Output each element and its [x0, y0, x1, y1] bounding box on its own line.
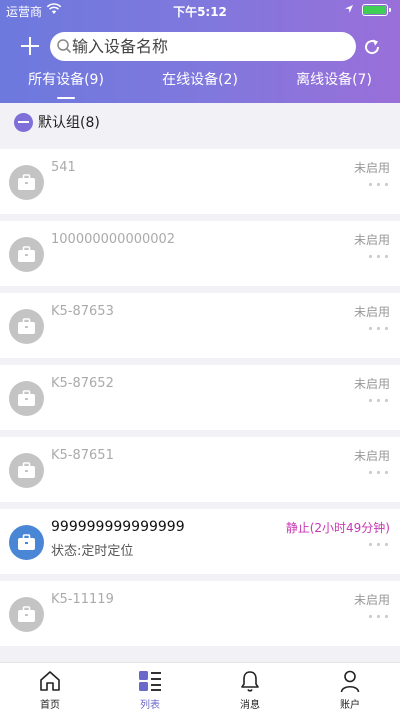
- device-briefcase-icon: [9, 525, 44, 560]
- more-icon[interactable]: [369, 255, 389, 259]
- device-mode: 状态:定时定位: [51, 544, 134, 559]
- more-icon[interactable]: [369, 543, 389, 547]
- device-row[interactable]: K5-87651 未启用: [0, 437, 400, 502]
- tab-label: 所有设备(9): [28, 72, 104, 88]
- device-name: K5-87651: [51, 448, 114, 463]
- tab-label: 消息: [240, 700, 260, 710]
- more-icon[interactable]: [369, 183, 389, 187]
- device-row[interactable]: K5-11119 未启用: [0, 581, 400, 646]
- tab-list[interactable]: 列表: [100, 663, 200, 710]
- device-row[interactable]: 999999999999999 状态:定时定位 静止(2小时49分钟): [0, 509, 400, 574]
- device-status: 静止(2小时49分钟): [285, 521, 390, 535]
- tab-label: 列表: [140, 700, 160, 710]
- tab-label: 账户: [340, 700, 360, 710]
- tab-label: 首页: [40, 700, 60, 710]
- more-icon[interactable]: [369, 327, 389, 331]
- header: 运营商 下午5:12 所有设备(9) 在线设备(2): [0, 0, 400, 103]
- device-briefcase-icon: [9, 165, 44, 200]
- device-row[interactable]: K5-87652 未启用: [0, 365, 400, 430]
- device-row[interactable]: K5-87653 未启用: [0, 293, 400, 358]
- tab-online-devices[interactable]: 在线设备(2): [152, 70, 248, 103]
- collapse-group-icon[interactable]: [14, 113, 33, 132]
- refresh-icon[interactable]: [362, 37, 382, 57]
- battery-icon: [362, 4, 391, 16]
- device-status: 未启用: [353, 233, 390, 247]
- device-name: 100000000000002: [51, 232, 176, 247]
- device-status: 未启用: [353, 593, 390, 607]
- add-device-button[interactable]: [20, 36, 40, 56]
- more-icon[interactable]: [369, 615, 389, 619]
- tab-offline-devices[interactable]: 离线设备(7): [286, 70, 382, 103]
- device-name: 999999999999999: [51, 519, 185, 535]
- device-filter-tabs: 所有设备(9) 在线设备(2) 离线设备(7): [0, 70, 400, 103]
- group-label: 默认组(8): [38, 115, 100, 131]
- device-briefcase-icon: [9, 381, 44, 416]
- device-status: 未启用: [353, 305, 390, 319]
- list-icon: [139, 671, 161, 691]
- device-row[interactable]: 541 未启用: [0, 149, 400, 214]
- bottom-tab-bar: 首页 列表 消息 账户: [0, 662, 400, 710]
- device-row[interactable]: 100000000000002 未启用: [0, 221, 400, 286]
- device-briefcase-icon: [9, 309, 44, 344]
- more-icon[interactable]: [369, 471, 389, 475]
- user-icon: [340, 670, 360, 693]
- device-status: 未启用: [353, 377, 390, 391]
- group-header[interactable]: 默认组(8): [0, 103, 400, 140]
- tab-label: 离线设备(7): [296, 72, 372, 88]
- device-briefcase-icon: [9, 453, 44, 488]
- tab-account[interactable]: 账户: [300, 663, 400, 710]
- search-bar[interactable]: [50, 32, 356, 61]
- bell-icon: [241, 671, 259, 692]
- search-icon: [57, 39, 72, 54]
- clock: 下午5:12: [173, 5, 227, 19]
- more-icon[interactable]: [369, 399, 389, 403]
- home-icon: [40, 671, 60, 691]
- device-briefcase-icon: [9, 237, 44, 272]
- device-name: K5-87652: [51, 376, 114, 391]
- location-arrow-icon: [345, 5, 353, 13]
- search-input[interactable]: [72, 35, 342, 58]
- device-status: 未启用: [353, 161, 390, 175]
- device-name: 541: [51, 160, 76, 175]
- tab-home[interactable]: 首页: [0, 663, 100, 710]
- active-tab-indicator: [57, 97, 75, 99]
- tab-messages[interactable]: 消息: [200, 663, 300, 710]
- tab-all-devices[interactable]: 所有设备(9): [18, 70, 114, 103]
- device-name: K5-87653: [51, 304, 114, 319]
- device-status: 未启用: [353, 449, 390, 463]
- device-name: K5-11119: [51, 592, 114, 607]
- device-briefcase-icon: [9, 597, 44, 632]
- tab-label: 在线设备(2): [162, 72, 238, 88]
- status-bar: 运营商 下午5:12: [0, 0, 400, 22]
